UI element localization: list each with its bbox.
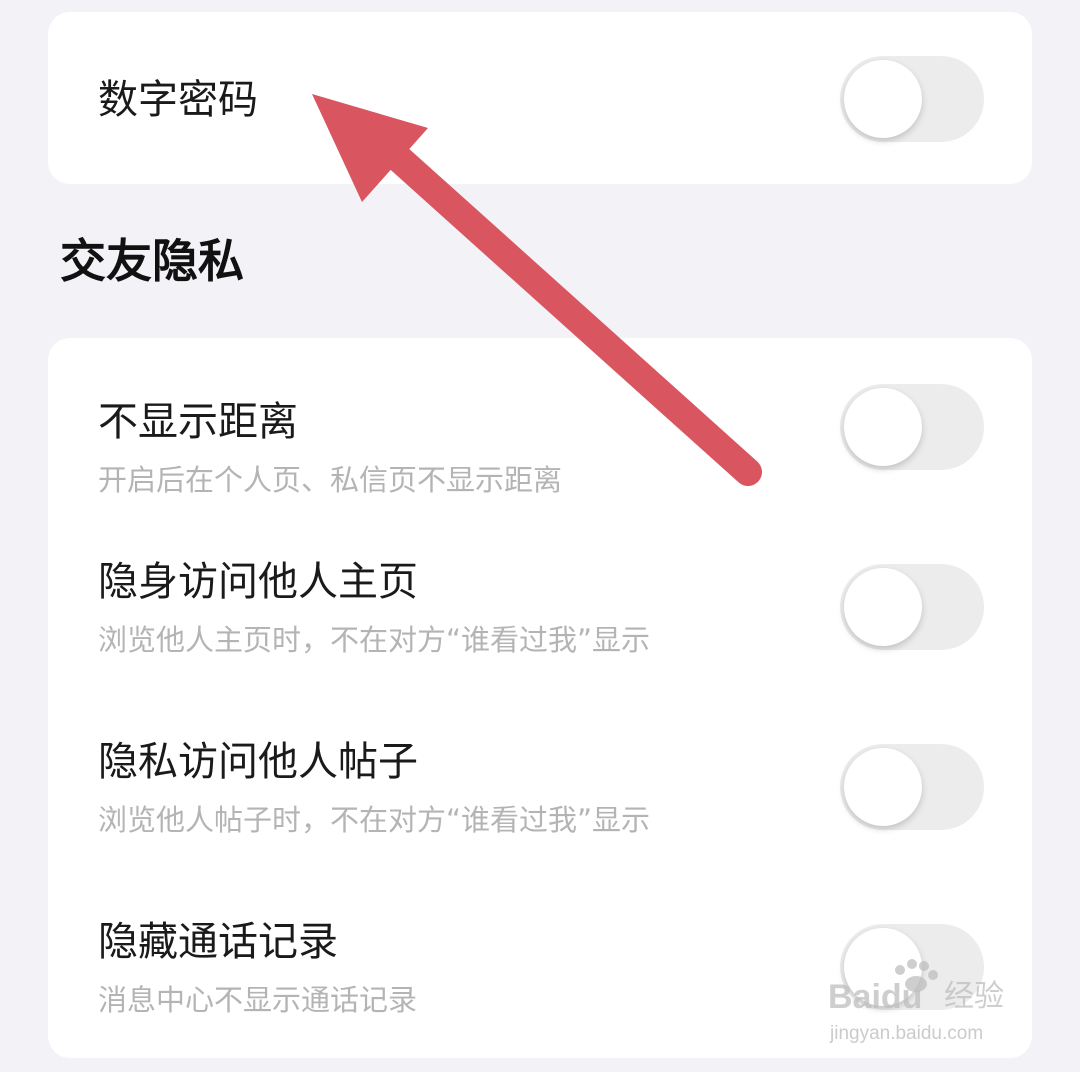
toggle-knob [844, 568, 922, 646]
setting-title: 数字密码 [98, 77, 258, 123]
toggle-knob [844, 60, 922, 138]
setting-subtitle: 开启后在个人页、私信页不显示距离 [98, 463, 563, 497]
setting-title: 不显示距离 [98, 399, 298, 445]
setting-row-number-password[interactable]: 数字密码 [48, 12, 1032, 184]
setting-row-hide-distance[interactable]: 不显示距离 开启后在个人页、私信页不显示距离 [48, 368, 1032, 518]
number-password-toggle[interactable] [840, 56, 984, 142]
setting-title: 隐私访问他人帖子 [98, 739, 418, 785]
stealth-profile-visit-toggle[interactable] [840, 564, 984, 650]
hide-distance-toggle[interactable] [840, 384, 984, 470]
toggle-knob [844, 748, 922, 826]
setting-title: 隐藏通话记录 [98, 919, 338, 965]
setting-row-hide-call-records[interactable]: 隐藏通话记录 消息中心不显示通话记录 [48, 908, 1032, 1058]
setting-subtitle: 消息中心不显示通话记录 [98, 983, 418, 1017]
private-post-visit-toggle[interactable] [840, 744, 984, 830]
password-card: 数字密码 [48, 12, 1032, 184]
setting-subtitle: 浏览他人帖子时，不在对方“谁看过我”显示 [98, 803, 651, 837]
setting-title: 隐身访问他人主页 [98, 559, 418, 605]
hide-call-records-toggle[interactable] [840, 924, 984, 1010]
section-title-social-privacy: 交友隐私 [60, 234, 244, 288]
toggle-knob [844, 388, 922, 466]
social-privacy-card: 不显示距离 开启后在个人页、私信页不显示距离 隐身访问他人主页 浏览他人主页时，… [48, 338, 1032, 1058]
toggle-knob [844, 928, 922, 1006]
setting-row-stealth-profile-visit[interactable]: 隐身访问他人主页 浏览他人主页时，不在对方“谁看过我”显示 [48, 548, 1032, 698]
setting-row-private-post-visit[interactable]: 隐私访问他人帖子 浏览他人帖子时，不在对方“谁看过我”显示 [48, 728, 1032, 878]
setting-subtitle: 浏览他人主页时，不在对方“谁看过我”显示 [98, 623, 651, 657]
